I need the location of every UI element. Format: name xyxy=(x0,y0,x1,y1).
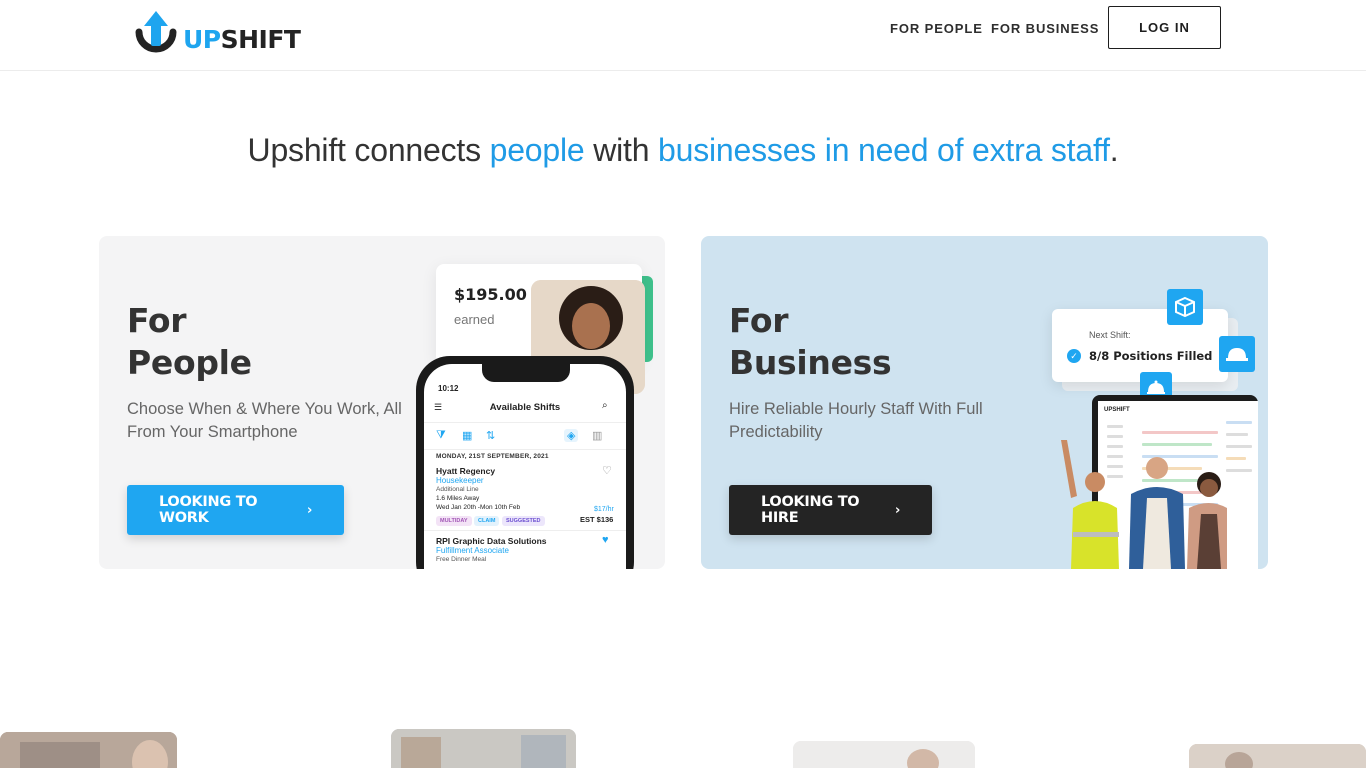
job-company-2: RPI Graphic Data Solutions xyxy=(436,536,547,546)
phone-mockup: 10:12 ☰ Available Shifts ⌕ ⧩ ▦ ⇅ ◈ ▥ MON… xyxy=(416,356,634,569)
workers-photo xyxy=(1057,436,1227,569)
phone-date: MONDAY, 21ST SEPTEMBER, 2021 xyxy=(436,453,549,460)
bottom-photo-3 xyxy=(793,741,975,768)
logo-up-text: UP xyxy=(183,24,221,54)
job-estimate: EST $136 xyxy=(580,515,614,524)
phone-time: 10:12 xyxy=(438,384,459,393)
phone-screen-title: Available Shifts xyxy=(489,402,561,413)
job-note-2: Free Dinner Meal xyxy=(436,556,487,563)
job-note: Additional Line xyxy=(436,486,479,493)
calendar-icon: ▦ xyxy=(462,430,473,442)
search-icon: ⌕ xyxy=(602,400,608,411)
people-card-subtitle: Choose When & Where You Work, All From Y… xyxy=(127,400,402,441)
business-title-line1: For xyxy=(729,301,789,340)
people-title-line2: People xyxy=(127,343,252,382)
filter-icon: ⧩ xyxy=(436,429,446,441)
job-role: Housekeeper xyxy=(436,476,484,485)
sort-icon: ⇅ xyxy=(486,430,496,442)
business-card-title: For Business xyxy=(729,300,892,384)
job-rate: $17/hr xyxy=(594,506,614,513)
next-shift-label: Next Shift: xyxy=(1089,330,1131,340)
heart-icon: ♥ xyxy=(602,534,609,546)
logo-shift-text: SHIFT xyxy=(220,24,301,54)
people-title-line1: For xyxy=(127,301,187,340)
business-title-line2: Business xyxy=(729,343,892,382)
tag-multiday: MULTIDAY xyxy=(436,516,472,526)
logo-wordmark: UPSHIFT xyxy=(183,25,301,54)
earnings-amount: $195.00 xyxy=(454,285,527,304)
earnings-label: earned xyxy=(454,312,495,327)
tag-claim: CLAIM xyxy=(474,516,500,526)
site-header: UPSHIFT FOR PEOPLE FOR BUSINESS LOG IN xyxy=(0,0,1366,71)
check-icon: ✓ xyxy=(1067,349,1081,363)
nav-for-business[interactable]: FOR BUSINESS xyxy=(991,21,1099,36)
phone-notch xyxy=(482,364,570,382)
job-distance: 1.6 Miles Away xyxy=(436,495,480,502)
job-company: Hyatt Regency xyxy=(436,466,496,476)
job-role-2: Fulfillment Associate xyxy=(436,546,509,555)
phone-screen: 10:12 ☰ Available Shifts ⌕ ⧩ ▦ ⇅ ◈ ▥ MON… xyxy=(424,364,626,569)
phone-toolbar: ⧩ ▦ ⇅ ◈ ▥ xyxy=(424,422,626,450)
hardhat-icon xyxy=(1219,336,1255,372)
business-card-subtitle: Hire Reliable Hourly Staff With Full Pre… xyxy=(729,400,983,441)
looking-to-work-button[interactable]: LOOKING TO WORK › xyxy=(127,485,344,535)
bottom-photo-4 xyxy=(1189,744,1366,768)
hero-text-1: Upshift connects xyxy=(247,132,490,168)
looking-to-hire-label: LOOKING TO HIRE xyxy=(761,494,860,526)
logo[interactable]: UPSHIFT xyxy=(133,10,301,62)
laptop-brand: UPSHIFT xyxy=(1104,407,1130,413)
job-divider xyxy=(424,530,626,531)
people-card-title: For People xyxy=(127,300,252,384)
business-card: For Business Hire Reliable Hourly Staff … xyxy=(701,236,1268,569)
logo-arrow-icon xyxy=(133,10,179,62)
hero-highlight-people: people xyxy=(489,132,585,168)
heart-icon: ♡ xyxy=(602,465,612,477)
job-dates: Wed Jan 20th -Mon 10th Feb xyxy=(436,504,521,511)
box-icon xyxy=(1167,289,1203,325)
login-button[interactable]: LOG IN xyxy=(1108,6,1221,49)
looking-to-work-label: LOOKING TO WORK xyxy=(159,494,258,526)
people-card: For People Choose When & Where You Work,… xyxy=(99,236,665,569)
chevron-right-icon: › xyxy=(306,502,312,518)
nav-for-people[interactable]: FOR PEOPLE xyxy=(890,21,983,36)
chevron-right-icon: › xyxy=(894,502,900,518)
hero-highlight-businesses: businesses in need of extra staff xyxy=(658,132,1110,168)
layers-icon: ◈ xyxy=(564,429,579,442)
bottom-photo-1 xyxy=(0,732,177,768)
tag-suggested: SUGGESTED xyxy=(502,516,545,526)
looking-to-hire-button[interactable]: LOOKING TO HIRE › xyxy=(729,485,932,535)
bottom-photo-2 xyxy=(391,729,576,768)
hero-text-3: . xyxy=(1109,132,1119,168)
hero-headline: Upshift connects people with businesses … xyxy=(0,132,1366,169)
positions-filled: 8/8 Positions Filled xyxy=(1089,349,1213,363)
map-icon: ▥ xyxy=(592,430,603,442)
hero-text-2: with xyxy=(584,132,658,168)
